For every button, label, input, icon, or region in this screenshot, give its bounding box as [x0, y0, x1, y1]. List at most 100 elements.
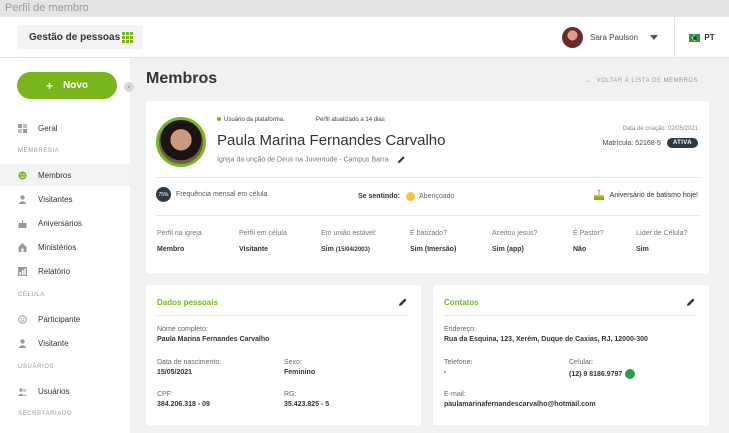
chevron-left-icon: ‹ — [127, 83, 131, 91]
frequency-label: Frequência mensal em célula — [176, 191, 268, 198]
divider — [444, 315, 697, 316]
cake-icon — [593, 189, 604, 200]
field-value: 384.206.318 - 09 — [157, 401, 210, 408]
brand-switcher[interactable]: Gestão de pessoas — [17, 25, 143, 49]
fact-value: Sim (Imersão) — [410, 246, 457, 253]
sidebar-item-label: Aniversários — [38, 218, 83, 228]
sidebar-item-label: Usuários — [38, 386, 70, 396]
field-rg: RG: 35.423.825 - 5 — [284, 391, 329, 408]
fact-baptized: É batizado? Sim (Imersão) — [410, 230, 456, 253]
pencil-icon[interactable] — [397, 155, 406, 164]
back-link-label: VOLTAR À LISTA DE MEMBROS — [596, 78, 698, 84]
sidebar-item-aniversarios[interactable]: Aniversários — [0, 212, 130, 234]
feeling-label: Se sentindo: — [358, 193, 401, 200]
sidebar-item-visitante[interactable]: Visitante — [0, 332, 130, 354]
field-value: Feminino — [284, 369, 316, 376]
feeling-status: Se sentindo: Abençoado — [358, 192, 454, 201]
cell-frequency: 75% Frequência mensal em célula — [156, 187, 267, 202]
field-value: 35.423.825 - 5 — [284, 401, 330, 408]
plus-icon: + — [45, 78, 53, 93]
dashboard-icon — [18, 123, 27, 133]
field-cellphone: Celular: (12) 9 8186.9797 — [569, 359, 636, 379]
fact-label: Líder de Célula? — [636, 230, 688, 237]
personal-data-card: Dados pessoais Nome completo: Paula Marin… — [146, 285, 421, 425]
sidebar: + Novo Geral MEMBRESIA Membros Visitante… — [0, 58, 130, 433]
edit-pencil-icon[interactable] — [686, 297, 696, 307]
whatsapp-icon[interactable] — [625, 369, 636, 379]
fact-label: É batizado? — [410, 230, 447, 237]
sidebar-item-relatorio[interactable]: Relatório — [0, 260, 130, 282]
creation-date: Data de criação: 02/05/2021 — [622, 126, 698, 132]
sidebar-item-label: Ministérios — [38, 242, 77, 252]
page-title: Membros — [146, 70, 218, 87]
anniversary-text: Aniversário de batismo hoje! — [609, 191, 698, 199]
fact-label: Em união estável: — [321, 230, 377, 237]
chevron-down-icon — [650, 35, 659, 40]
church-name-text: Igreja da unção de Deus na Juventude - C… — [217, 156, 389, 164]
profile-updated: Perfil atualizado a 14 dias — [316, 117, 385, 123]
field-value: Rua da Esquina, 123, Xerém, Duque de Cax… — [444, 336, 648, 343]
back-to-members-link[interactable]: ← VOLTAR À LISTA DE MEMBROS — [586, 78, 698, 84]
field-value: paulamarinafernandescarvalho@hotmail.com — [444, 401, 596, 408]
section-secretariado: SECRETARIADO — [18, 411, 73, 417]
chart-icon — [18, 266, 27, 276]
collapse-sidebar-button[interactable]: ‹ — [124, 82, 134, 92]
sidebar-item-label: Geral — [38, 123, 58, 133]
sidebar-item-label: Visitantes — [38, 194, 73, 204]
user-name: Sara Paulson — [590, 33, 639, 42]
field-value: Paula Marina Fernandes Carvalho — [157, 336, 270, 343]
fact-stable-union: Em união estável: Sim (15/04/2003) — [321, 230, 377, 253]
fact-value-main: Sim — [321, 246, 334, 253]
sidebar-item-geral[interactable]: Geral — [0, 117, 130, 139]
profile-avatar — [156, 117, 206, 167]
church-name: Igreja da unção de Deus na Juventude - C… — [217, 155, 406, 164]
field-value: (12) 9 8186.9797 — [569, 370, 623, 378]
divider — [156, 215, 699, 216]
field-label: Telefone: — [444, 359, 473, 366]
apps-grid-icon — [122, 32, 133, 43]
field-label: E-mail: — [444, 391, 466, 398]
smile-emoji-icon — [406, 192, 416, 201]
fact-accepted-jesus: Aceitou jesus? Sim (app) — [492, 230, 538, 253]
sidebar-item-membros[interactable]: Membros — [0, 164, 130, 186]
sidebar-item-visitantes[interactable]: Visitantes — [0, 188, 130, 210]
sidebar-item-participante[interactable]: Participante — [0, 308, 130, 330]
language-label: PT — [704, 33, 715, 42]
brand-label: Gestão de pessoas — [29, 31, 121, 43]
sidebar-item-label: Membros — [38, 170, 72, 180]
field-birth-date: Data de nascimento: 15/05/2021 — [157, 359, 221, 376]
edit-pencil-icon[interactable] — [398, 297, 408, 307]
fact-value: Sim — [636, 246, 649, 253]
status-badge: ATIVA — [666, 138, 698, 148]
smile-icon — [18, 314, 27, 324]
sidebar-item-usuarios[interactable]: Usuários — [0, 380, 130, 402]
contacts-card: Contatos Endereço: Rua da Esquina, 123, X… — [433, 285, 709, 425]
fact-label: Perfil na igreja — [157, 230, 202, 237]
brazil-flag-icon — [689, 33, 701, 42]
cake-icon — [18, 219, 27, 228]
field-value: - — [444, 369, 447, 376]
sidebar-item-label: Participante — [38, 314, 81, 324]
new-button[interactable]: + Novo — [17, 72, 117, 99]
divider — [157, 315, 409, 316]
section-membresia: MEMBRESIA — [18, 148, 60, 154]
fact-value: Sim (15/04/2003) — [321, 246, 377, 253]
user-menu[interactable]: Sara Paulson — [562, 27, 659, 48]
person-icon — [18, 194, 27, 204]
users-icon — [18, 387, 27, 396]
language-selector[interactable]: PT — [674, 17, 729, 58]
member-name: Paula Marina Fernandes Carvalho — [217, 132, 446, 149]
field-label: RG: — [284, 391, 297, 398]
registration-number: Matrícula: 52168-5 — [602, 139, 661, 147]
fact-value: Visitante — [239, 246, 269, 253]
avatar — [562, 27, 583, 48]
status-dot-icon — [217, 117, 221, 121]
field-phone: Telefone: - — [444, 359, 472, 376]
section-celula: CÉLULA — [18, 292, 45, 298]
fact-label: Perfil em célula — [239, 230, 287, 237]
sidebar-item-ministerios[interactable]: Ministérios — [0, 236, 130, 258]
sidebar-item-label: Visitante — [38, 338, 69, 348]
smile-icon — [18, 171, 27, 180]
field-label: Celular: — [569, 359, 594, 366]
fact-cell-profile: Perfil em célula Visitante — [239, 230, 287, 253]
